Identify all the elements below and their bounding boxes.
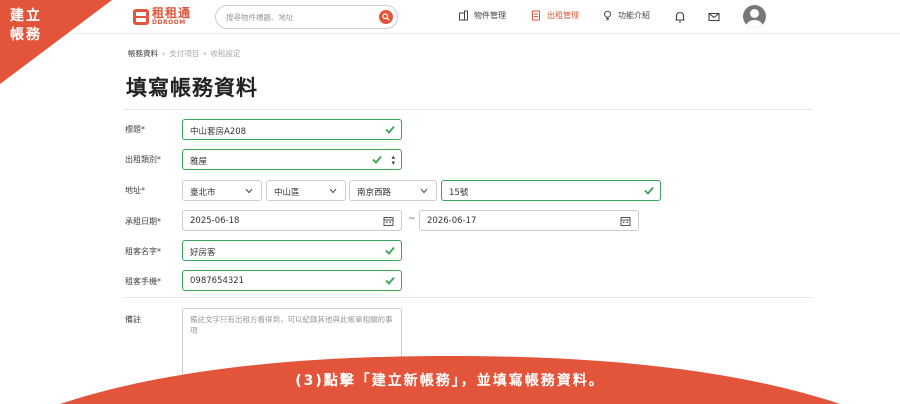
logo-subtext: DDROOM (152, 19, 186, 26)
tenant-name-value: 好房客 (190, 248, 216, 258)
district-value: 中山區 (274, 188, 300, 198)
tenant-phone-field[interactable]: 0987654321 (182, 270, 402, 291)
bell-icon[interactable] (673, 10, 687, 24)
city-value: 臺北市 (190, 188, 216, 198)
logo-text: 租租通 (152, 6, 192, 20)
divider (124, 297, 812, 298)
address-number-value: 15號 (449, 188, 469, 198)
check-icon (385, 125, 395, 134)
breadcrumb-item[interactable]: 收租設定 (210, 48, 240, 59)
date-separator: ~ (408, 214, 416, 224)
end-date-value: 2026-06-17 (427, 216, 477, 226)
address-label: 地址* (125, 186, 145, 195)
logo[interactable]: 租租通 DDROOM (133, 7, 191, 26)
chevron-right-icon: › (203, 49, 207, 58)
tenant-name-field[interactable]: 好房客 (182, 240, 402, 261)
chevron-right-icon: › (162, 49, 166, 58)
document-icon (532, 10, 540, 21)
breadcrumb: 帳務資料 › 支付項目 › 收租設定 (128, 48, 240, 59)
nav-features[interactable]: 功能介紹 (602, 10, 650, 21)
check-icon (644, 186, 654, 195)
title-field[interactable]: 中山套房A208 (182, 119, 402, 140)
page-title: 填寫帳務資料 (126, 76, 258, 100)
nav-label: 功能介紹 (618, 11, 650, 20)
calendar-icon[interactable] (620, 216, 631, 226)
building-icon (459, 10, 468, 21)
chevron-down-icon (245, 188, 253, 194)
check-icon (372, 155, 382, 164)
breadcrumb-item[interactable]: 支付項目 (169, 48, 199, 59)
note-label: 備註 (125, 315, 141, 324)
rent-type-select[interactable]: 雅屋 ▴ ▾ (182, 149, 402, 170)
start-date-field[interactable]: 2025-06-18 (182, 210, 402, 231)
chevron-down-icon (329, 188, 337, 194)
instruction-text: (3)點擊「建立新帳務」，並填寫帳務資料。 (295, 373, 605, 389)
search-placeholder: 搜尋物件標題、地址 (226, 13, 294, 22)
lightbulb-icon (604, 10, 611, 21)
address-number-field[interactable]: 15號 (441, 180, 661, 201)
rental-period-label: 承租日期* (125, 217, 161, 226)
updown-arrows-icon: ▴ ▾ (391, 153, 395, 167)
search-button[interactable] (379, 10, 393, 24)
breadcrumb-item[interactable]: 帳務資料 (128, 48, 158, 59)
avatar[interactable] (743, 5, 766, 28)
check-icon (385, 246, 395, 255)
tenant-phone-value: 0987654321 (190, 276, 245, 286)
check-icon (385, 276, 395, 285)
city-select[interactable]: 臺北市 (182, 180, 262, 201)
title-label: 標題* (125, 125, 145, 134)
divider (124, 109, 812, 110)
note-placeholder: 備註文字只有出租方看得到，可以紀錄其他與此帳單相關的事項 (190, 315, 393, 335)
tenant-name-label: 租客名字* (125, 247, 161, 256)
end-date-field[interactable]: 2026-06-17 (419, 210, 639, 231)
mail-icon[interactable] (707, 10, 721, 24)
nav-label: 出租管理 (547, 11, 579, 20)
district-select[interactable]: 中山區 (266, 180, 346, 201)
nav-label: 物件管理 (474, 11, 506, 20)
search-input[interactable]: 搜尋物件標題、地址 (215, 5, 398, 29)
corner-ribbon-text: 建立 帳務 (10, 8, 42, 43)
top-header: 租租通 DDROOM 搜尋物件標題、地址 物件管理 出租管理 功能介紹 (0, 0, 900, 34)
logo-icon (133, 8, 149, 25)
road-value: 南京西路 (357, 188, 392, 198)
nav-property-management[interactable]: 物件管理 (458, 10, 506, 21)
rent-type-label: 出租類別* (125, 155, 161, 164)
tenant-phone-label: 租客手機* (125, 277, 161, 286)
chevron-down-icon (420, 188, 428, 194)
title-value: 中山套房A208 (190, 127, 247, 137)
start-date-value: 2025-06-18 (190, 216, 240, 226)
calendar-icon[interactable] (383, 216, 394, 226)
rent-type-value: 雅屋 (190, 157, 208, 167)
road-select[interactable]: 南京西路 (349, 180, 437, 201)
search-icon (382, 13, 390, 21)
nav-rental-management[interactable]: 出租管理 (531, 10, 579, 21)
